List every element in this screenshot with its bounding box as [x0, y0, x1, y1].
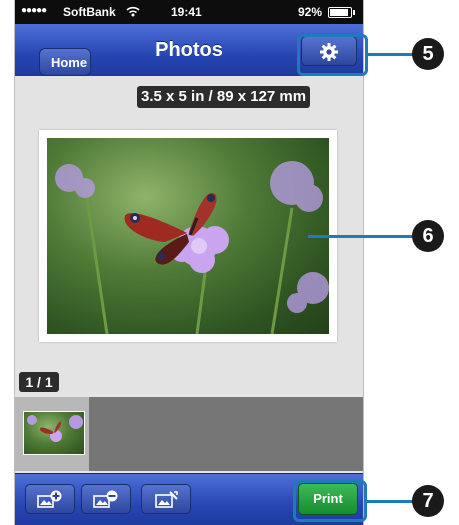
butterfly-photo	[55, 161, 329, 334]
thumbnail-strip[interactable]	[15, 397, 363, 471]
callout-line-6	[308, 235, 414, 238]
settings-callout-highlight	[297, 34, 368, 76]
battery-icon	[328, 7, 355, 18]
photo-thumbnail[interactable]	[23, 411, 85, 455]
callout-line-5	[368, 53, 414, 56]
selected-thumbnail[interactable]	[15, 397, 89, 471]
remove-photo-icon	[93, 490, 118, 508]
print-callout-highlight	[293, 480, 367, 522]
wifi-icon	[126, 6, 140, 17]
status-bar: ●●●●● SoftBank 19:41 92%	[15, 0, 363, 24]
print-preview-page[interactable]	[39, 130, 337, 342]
edit-photo-button[interactable]	[141, 484, 191, 514]
remove-photo-button[interactable]	[81, 484, 131, 514]
callout-line-7	[367, 500, 414, 503]
callout-number-5: 5	[412, 38, 444, 70]
butterfly-thumbnail-image	[27, 415, 83, 442]
clock: 19:41	[171, 5, 202, 19]
home-button[interactable]: Home	[39, 48, 91, 76]
carrier-name: SoftBank	[63, 5, 116, 19]
callout-number-6: 6	[412, 220, 444, 252]
photo-preview-image	[47, 138, 329, 334]
phone-screen: ●●●●● SoftBank 19:41 92% Photos Home 3.5…	[14, 0, 364, 525]
signal-strength: ●●●●●	[21, 5, 47, 16]
callout-number-7: 7	[412, 485, 444, 517]
add-photo-button[interactable]	[25, 484, 75, 514]
edit-photo-icon	[155, 491, 178, 508]
page-counter: 1 / 1	[19, 372, 59, 392]
battery-percent: 92%	[298, 5, 323, 19]
paper-size-label: 3.5 x 5 in / 89 x 127 mm	[137, 86, 311, 108]
add-photo-icon	[37, 490, 62, 508]
